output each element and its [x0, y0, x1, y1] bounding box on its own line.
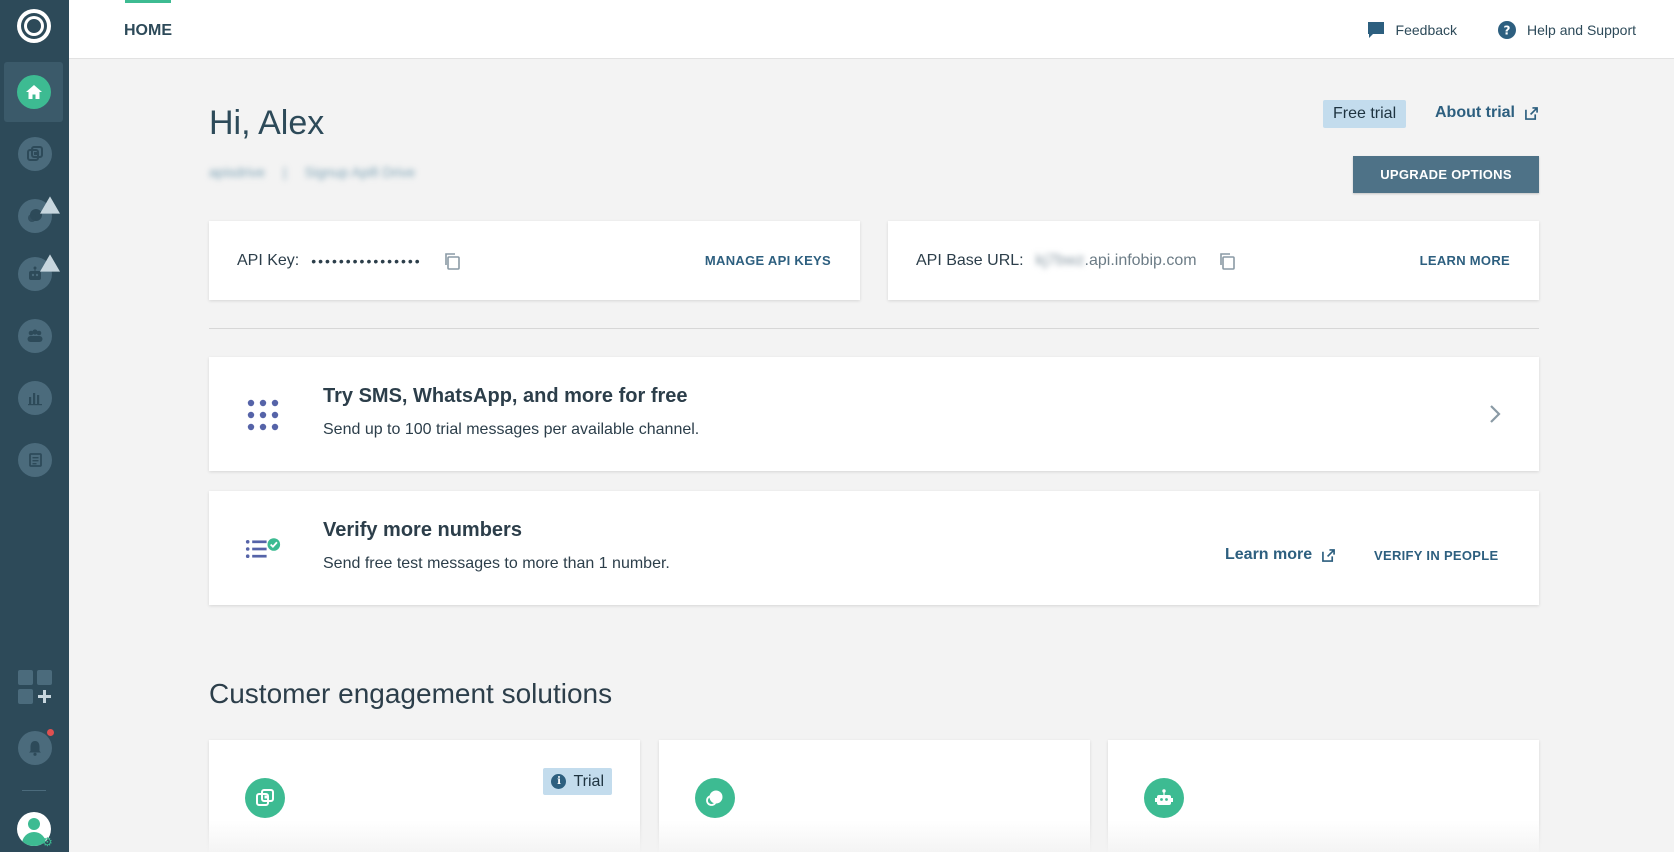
sidebar-item-home[interactable] [4, 62, 63, 122]
about-trial-label: About trial [1435, 104, 1515, 121]
logs-icon [17, 443, 52, 477]
infobip-logo[interactable] [17, 9, 51, 43]
learn-more-label: Learn more [1225, 546, 1313, 563]
api-base-url-value: .api.infobip.com [1084, 251, 1197, 269]
help-support-label: Help and Support [1527, 21, 1636, 38]
help-icon: ? [1498, 20, 1517, 39]
learn-more-api-link[interactable]: LEARN MORE [1420, 253, 1510, 268]
try-channels-title: Try SMS, WhatsApp, and more for free [323, 385, 688, 407]
api-base-url-label: API Base URL: [916, 251, 1024, 269]
sidebar-item-analyze[interactable] [0, 368, 69, 428]
topbar-actions: Feedback ? Help and Support [1366, 0, 1636, 59]
sidebar: ⚙ [0, 0, 69, 852]
sidebar-item-conversations[interactable] [0, 186, 69, 246]
account-info: apisdrive | Signup Apifi Drive [209, 164, 415, 180]
external-link-icon [1525, 106, 1538, 120]
expand-up-icon [39, 196, 60, 214]
apps-add-icon [17, 670, 52, 704]
account-separator: | [283, 164, 287, 180]
grid-dots-icon [247, 399, 279, 431]
sidebar-item-apps[interactable] [0, 657, 69, 717]
conversations-icon [695, 778, 735, 818]
answers-bot-icon [17, 254, 60, 291]
api-base-url-card: API Base URL: kj7bwz .api.infobip.com LE… [888, 221, 1539, 300]
upgrade-options-button[interactable]: UPGRADE OPTIONS [1353, 156, 1539, 193]
trial-badge-label: Trial [573, 772, 604, 790]
checklist-icon [245, 538, 281, 558]
api-base-url-prefix: kj7bwz [1035, 251, 1085, 269]
top-bar: HOME Feedback ? Help and Support [69, 0, 1674, 59]
verify-in-people-link[interactable]: VERIFY IN PEOPLE [1374, 548, 1498, 563]
svg-text:?: ? [1504, 23, 1511, 37]
verify-numbers-card: Verify more numbers Send free test messa… [209, 491, 1539, 605]
sidebar-item-notifications[interactable] [0, 718, 69, 778]
expand-up-icon [39, 254, 60, 272]
info-icon: i [551, 774, 567, 789]
learn-more-link[interactable]: Learn more [1225, 546, 1336, 564]
api-key-value: •••••••••••••••• [311, 252, 422, 269]
api-key-label: API Key: [237, 251, 300, 269]
api-key-card: API Key: •••••••••••••••• MANAGE API KEY… [209, 221, 860, 300]
try-channels-desc: Send up to 100 trial messages per availa… [323, 421, 700, 438]
copy-icon[interactable] [1217, 251, 1237, 271]
free-trial-badge: Free trial [1323, 100, 1407, 128]
copy-icon[interactable] [442, 251, 462, 271]
notifications-bell-icon [17, 729, 54, 765]
sidebar-divider [22, 790, 46, 791]
page-greeting: Hi, Alex [209, 104, 325, 142]
settings-gear-icon: ⚙ [42, 835, 53, 849]
answers-bot-icon [1144, 778, 1184, 818]
moments-icon [245, 778, 285, 818]
account-signup: Signup Apifi Drive [304, 164, 416, 180]
home-icon [16, 75, 51, 109]
people-icon [17, 319, 52, 353]
solutions-heading: Customer engagement solutions [209, 678, 613, 709]
analyze-icon [17, 381, 52, 415]
account-name: apisdrive [209, 164, 266, 180]
sidebar-item-logs[interactable] [0, 430, 69, 490]
about-trial-link[interactable]: About trial [1435, 104, 1538, 122]
section-divider [209, 328, 1539, 329]
notification-dot [46, 729, 54, 736]
feedback-icon [1367, 21, 1384, 38]
solution-card-moments[interactable]: i Trial [209, 740, 640, 852]
feedback-label: Feedback [1395, 21, 1458, 38]
solution-card-conversations[interactable] [659, 740, 1090, 852]
verify-numbers-title: Verify more numbers [323, 519, 522, 541]
conversations-icon [17, 196, 60, 233]
chevron-right-icon[interactable] [1487, 403, 1503, 425]
solution-card-answers[interactable] [1108, 740, 1539, 852]
try-channels-card[interactable]: Try SMS, WhatsApp, and more for free Sen… [209, 357, 1539, 471]
sidebar-item-moments[interactable] [0, 124, 69, 184]
sidebar-item-answers[interactable] [0, 244, 69, 304]
sidebar-item-people[interactable] [0, 306, 69, 366]
help-support-link[interactable]: ? Help and Support [1497, 20, 1636, 40]
manage-api-keys-link[interactable]: MANAGE API KEYS [705, 253, 831, 268]
external-link-icon [1322, 548, 1336, 562]
trial-badge: i Trial [543, 768, 612, 795]
verify-numbers-desc: Send free test messages to more than 1 n… [323, 555, 670, 572]
tab-home[interactable]: HOME [124, 0, 172, 59]
moments-icon [17, 137, 52, 171]
feedback-link[interactable]: Feedback [1366, 20, 1457, 40]
